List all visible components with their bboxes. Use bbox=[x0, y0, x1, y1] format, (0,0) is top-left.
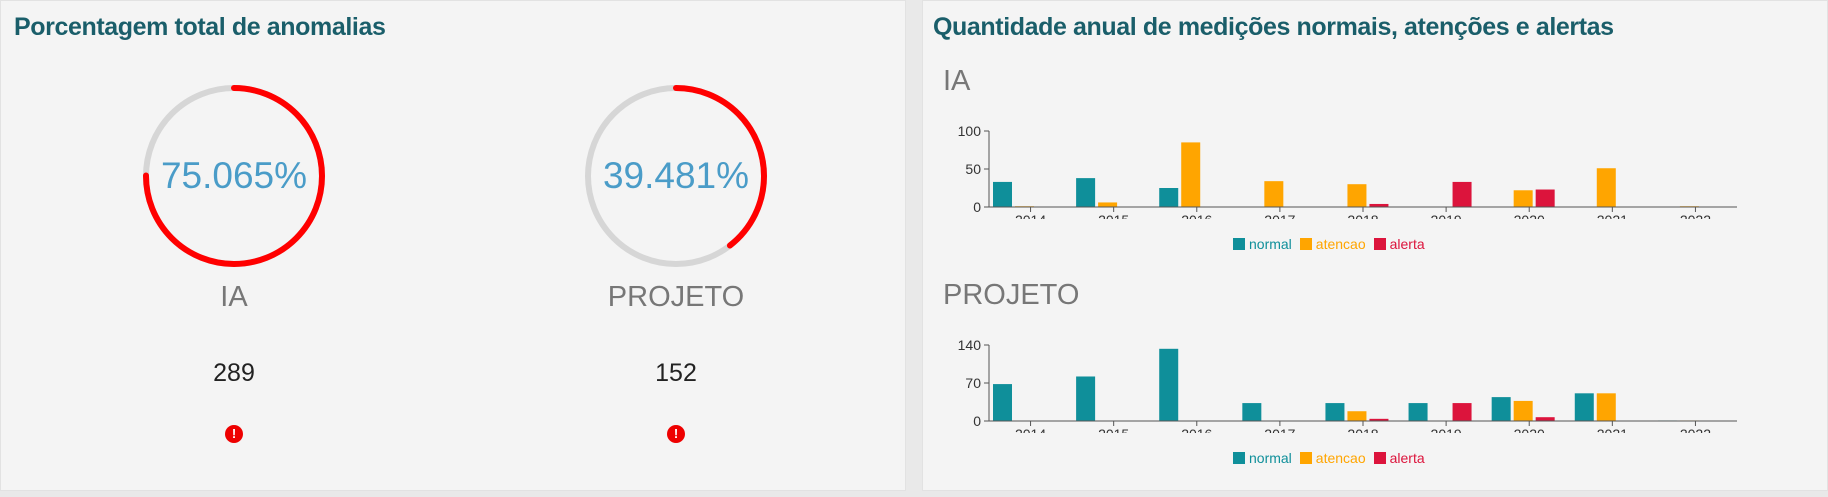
legend-swatch bbox=[1233, 452, 1245, 464]
legend-projeto: normal atencao alerta bbox=[1233, 450, 1425, 466]
bar-normal bbox=[1159, 188, 1179, 207]
legend-label: atencao bbox=[1315, 450, 1366, 466]
alert-circle-icon: ! bbox=[225, 425, 243, 443]
x-tick-label: 2016 bbox=[1181, 426, 1212, 433]
bar-atencao bbox=[1264, 181, 1284, 207]
anomaly-count: 152 bbox=[655, 359, 697, 387]
bar-atencao bbox=[1098, 202, 1118, 207]
y-tick-label: 0 bbox=[973, 413, 981, 429]
bar-atencao bbox=[1513, 190, 1533, 207]
legend-item-atencao[interactable]: atencao bbox=[1299, 450, 1366, 466]
bar-chart-projeto: 0 70 140 2014 2015 2016 2017 2018 2019 2020 2021 20… bbox=[958, 337, 1737, 433]
legend-item-alerta[interactable]: alerta bbox=[1373, 236, 1425, 252]
bar-chart-ia: 0 50 100 2014 2015 2016 2017 2018 2019 2020 2021 20… bbox=[958, 123, 1737, 219]
x-tick-label: 2014 bbox=[1015, 212, 1046, 219]
anomaly-percentage-card: Porcentagem total de anomalias 75.065% I… bbox=[0, 0, 906, 491]
x-tick-label: 2019 bbox=[1431, 426, 1462, 433]
bar-normal bbox=[1242, 403, 1262, 421]
legend-item-atencao[interactable]: atencao bbox=[1299, 236, 1366, 252]
bar-alerta bbox=[1535, 189, 1555, 207]
x-tick-label: 2015 bbox=[1098, 212, 1129, 219]
gauge-value: 75.065% bbox=[160, 155, 308, 196]
y-tick-label: 50 bbox=[965, 161, 981, 177]
y-tick-label: 0 bbox=[973, 199, 981, 215]
bar-atencao bbox=[1347, 184, 1367, 207]
legend-swatch bbox=[1373, 238, 1386, 250]
x-tick-label: 2017 bbox=[1264, 212, 1295, 219]
gauge-label: PROJETO bbox=[607, 281, 745, 313]
x-tick-label: 2018 bbox=[1347, 426, 1378, 433]
x-tick-label: 2014 bbox=[1015, 426, 1046, 433]
legend-item-alerta[interactable]: alerta bbox=[1373, 450, 1425, 466]
bar-atencao bbox=[1347, 411, 1367, 421]
legend-swatch bbox=[1373, 452, 1386, 464]
x-tick-label: 2018 bbox=[1347, 212, 1378, 219]
x-tick-label: 2019 bbox=[1431, 212, 1462, 219]
bar-normal bbox=[1325, 403, 1345, 421]
y-tick-label: 140 bbox=[958, 337, 982, 353]
anomaly-count: 289 bbox=[213, 359, 255, 387]
legend-label: alerta bbox=[1389, 450, 1425, 466]
bar-normal bbox=[1491, 397, 1511, 421]
legend-swatch bbox=[1299, 238, 1312, 250]
legend-swatch bbox=[1299, 452, 1312, 464]
bar-normal bbox=[1574, 393, 1594, 421]
x-tick-label: 2021 bbox=[1597, 212, 1628, 219]
bar-alerta bbox=[1452, 403, 1472, 421]
bar-alerta bbox=[1452, 181, 1472, 207]
x-tick-label: 2016 bbox=[1181, 212, 1212, 219]
legend-item-normal[interactable]: normal bbox=[1233, 450, 1292, 466]
y-tick-label: 100 bbox=[958, 123, 982, 139]
x-tick-label: 2020 bbox=[1514, 426, 1545, 433]
bar-atencao bbox=[1181, 142, 1201, 207]
legend-ia: normal atencao alerta bbox=[1233, 236, 1425, 252]
bar-alerta bbox=[1535, 417, 1555, 421]
x-tick-label: 2015 bbox=[1098, 426, 1129, 433]
y-tick-label: 70 bbox=[965, 375, 981, 391]
gauge-label: IA bbox=[220, 281, 248, 313]
chart-title-ia: IA bbox=[943, 65, 971, 97]
bar-atencao bbox=[1596, 393, 1616, 421]
x-tick-label: 2022 bbox=[1680, 212, 1711, 219]
bar-normal bbox=[1076, 178, 1096, 207]
bar-normal bbox=[993, 384, 1012, 421]
card-title: Porcentagem total de anomalias bbox=[14, 13, 386, 41]
legend-swatch bbox=[1233, 238, 1245, 250]
chart-title-projeto: PROJETO bbox=[943, 279, 1080, 311]
alert-circle-icon: ! bbox=[667, 425, 685, 443]
bar-normal bbox=[1076, 376, 1096, 421]
card-title: Quantidade anual de medições normais, at… bbox=[933, 13, 1614, 41]
legend-label: alerta bbox=[1389, 236, 1425, 252]
gauge-projeto: 39.481% bbox=[581, 81, 771, 271]
bar-normal bbox=[1408, 403, 1428, 421]
legend-label: atencao bbox=[1315, 236, 1366, 252]
bar-normal bbox=[1159, 348, 1179, 421]
bar-normal bbox=[993, 181, 1012, 207]
legend-label: normal bbox=[1249, 236, 1292, 252]
x-tick-label: 2022 bbox=[1680, 426, 1711, 433]
x-tick-label: 2017 bbox=[1264, 426, 1295, 433]
gauge-value: 39.481% bbox=[602, 155, 750, 196]
gauge-ia: 75.065% bbox=[139, 81, 329, 271]
bar-atencao bbox=[1513, 400, 1533, 421]
x-tick-label: 2020 bbox=[1514, 212, 1545, 219]
legend-item-normal[interactable]: normal bbox=[1233, 236, 1292, 252]
x-tick-label: 2021 bbox=[1597, 426, 1628, 433]
bar-atencao bbox=[1596, 168, 1616, 207]
legend-label: normal bbox=[1249, 450, 1292, 466]
annual-measurements-card: Quantidade anual de medições normais, at… bbox=[922, 0, 1828, 491]
